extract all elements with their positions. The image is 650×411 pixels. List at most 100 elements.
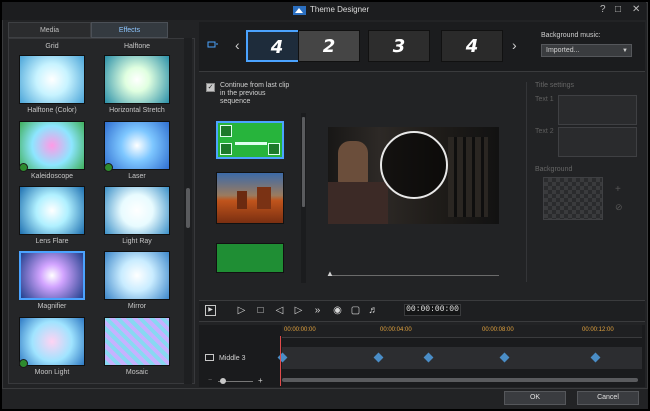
tab-effects[interactable]: Effects — [91, 22, 168, 38]
effect-label: Magnifier — [37, 303, 67, 310]
theme-thumbnail[interactable]: 3 — [368, 30, 430, 62]
text2-label: Text 2 — [535, 128, 554, 135]
playhead[interactable] — [280, 336, 281, 386]
gallery-scrollbar[interactable] — [184, 38, 192, 384]
effect-label: Mirror — [127, 303, 147, 310]
effect-thumbnail[interactable] — [19, 55, 85, 104]
strip-next-icon[interactable]: › — [512, 38, 517, 52]
continue-checkbox-label: Continue from last clip in the previous … — [220, 82, 290, 105]
fullscreen-icon[interactable]: ▢ — [350, 305, 361, 316]
close-button[interactable]: ✕ — [632, 5, 640, 15]
theme-thumbnail-number: 4 — [465, 36, 479, 57]
zoom-in-icon[interactable]: + — [258, 376, 263, 385]
text1-field[interactable] — [558, 95, 637, 125]
background-heading: Background — [535, 166, 573, 173]
title-settings-heading: Title settings — [535, 82, 575, 89]
effect-thumbnail[interactable] — [104, 317, 170, 366]
effect-thumbnail[interactable] — [104, 55, 170, 104]
timecode-display: 00:00:00:00 — [404, 304, 461, 316]
track-label: Middle 3 — [219, 355, 246, 362]
background-preview[interactable] — [543, 177, 603, 220]
effect-thumbnail[interactable] — [104, 121, 170, 170]
effect-label: Mosaic — [125, 369, 149, 376]
effect-label: Horizontal Stretch — [109, 107, 165, 114]
person-head — [338, 141, 368, 185]
background-music-select[interactable]: Imported... ▼ — [541, 44, 632, 57]
theme-thumbnail-number: 3 — [392, 36, 406, 57]
magnifier-circle[interactable] — [380, 131, 448, 199]
library-tabs: Media Effects — [8, 22, 195, 38]
window-title: Theme Designer — [310, 5, 370, 14]
effect-thumbnail[interactable] — [19, 186, 85, 235]
remove-background-icon[interactable]: ⊘ — [615, 202, 623, 213]
text1-label: Text 1 — [535, 96, 554, 103]
transition-clip-icon — [220, 143, 232, 155]
theme-thumbnail[interactable]: 2 — [298, 30, 360, 62]
monument-shape — [257, 187, 271, 209]
tab-media[interactable]: Media — [8, 22, 91, 38]
premium-badge-icon — [19, 359, 28, 368]
ruler-label: 00:00:00:00 — [284, 327, 316, 333]
premium-badge-icon — [104, 163, 113, 172]
effect-label: Lens Flare — [35, 238, 69, 245]
effect-thumbnail[interactable] — [19, 121, 85, 170]
ruler-label: 00:00:12:00 — [582, 327, 614, 333]
window-blinds — [448, 137, 488, 217]
preview-window — [328, 127, 499, 224]
chevron-down-icon: ▼ — [622, 48, 628, 54]
zoom-slider-knob[interactable] — [220, 378, 226, 384]
clip-scroll-thumb[interactable] — [302, 117, 305, 207]
volume-icon[interactable]: ♬ — [368, 305, 379, 316]
person-body — [328, 182, 388, 224]
ok-button[interactable]: OK — [504, 391, 566, 405]
maximize-button[interactable]: □ — [615, 5, 621, 15]
title-bar: Theme Designer ? □ ✕ — [2, 2, 646, 20]
preview-slider[interactable] — [328, 275, 499, 276]
next-frame-icon[interactable]: ▷ — [293, 305, 304, 316]
continue-checkbox[interactable]: ✓ — [206, 83, 215, 92]
strip-prev-icon[interactable]: ‹ — [235, 38, 240, 52]
effect-thumbnail[interactable] — [19, 317, 85, 366]
timeline-scrollbar[interactable] — [282, 378, 638, 382]
effect-thumbnail[interactable] — [104, 186, 170, 235]
clip-item[interactable] — [216, 172, 284, 224]
effect-label: Moon Light — [34, 369, 70, 376]
gallery-top-label: Grid — [45, 43, 59, 50]
snapshot-icon[interactable]: ◉ — [332, 305, 343, 316]
clip-scrollbar[interactable] — [301, 113, 306, 283]
previous-frame-icon[interactable]: ◁ — [274, 305, 285, 316]
effect-thumbnail[interactable] — [19, 251, 85, 300]
ruler-label: 00:00:04:00 — [380, 327, 412, 333]
monument-shape — [237, 191, 247, 209]
background-music-value: Imported... — [546, 47, 580, 54]
timeline-track[interactable] — [282, 347, 642, 369]
fx-clip-icon — [268, 143, 280, 155]
cancel-button[interactable]: Cancel — [577, 391, 639, 405]
play-icon[interactable]: ▷ — [236, 305, 247, 316]
zoom-out-icon[interactable]: − — [208, 377, 212, 384]
clip-line — [235, 142, 267, 145]
insert-icon[interactable] — [207, 41, 219, 51]
add-background-icon[interactable]: + — [615, 184, 621, 195]
theme-thumbnail[interactable]: 4 — [441, 30, 503, 62]
theme-thumbnail-number: 2 — [322, 36, 336, 57]
help-button[interactable]: ? — [600, 5, 606, 15]
gallery-scroll-thumb[interactable] — [186, 188, 190, 228]
clip-item[interactable] — [216, 121, 284, 159]
ruler-label: 00:00:08:00 — [482, 327, 514, 333]
effect-label: Laser — [128, 173, 146, 180]
app-logo-icon — [293, 6, 306, 15]
fast-forward-icon[interactable]: » — [312, 305, 323, 316]
preview-slider-knob[interactable]: ▲ — [326, 270, 334, 278]
settings-divider — [526, 82, 527, 282]
stop-icon[interactable]: □ — [255, 305, 266, 316]
audio-clip-icon — [220, 125, 232, 137]
background-music-label: Background music: — [541, 32, 601, 39]
clip-item[interactable] — [216, 243, 284, 273]
track-icon — [205, 354, 214, 361]
preview-mode-icon[interactable]: ▶ — [205, 305, 216, 316]
effect-label: Halftone (Color) — [27, 107, 77, 114]
text2-field[interactable] — [558, 127, 637, 157]
effect-thumbnail[interactable] — [104, 251, 170, 300]
effect-label: Light Ray — [122, 238, 152, 245]
